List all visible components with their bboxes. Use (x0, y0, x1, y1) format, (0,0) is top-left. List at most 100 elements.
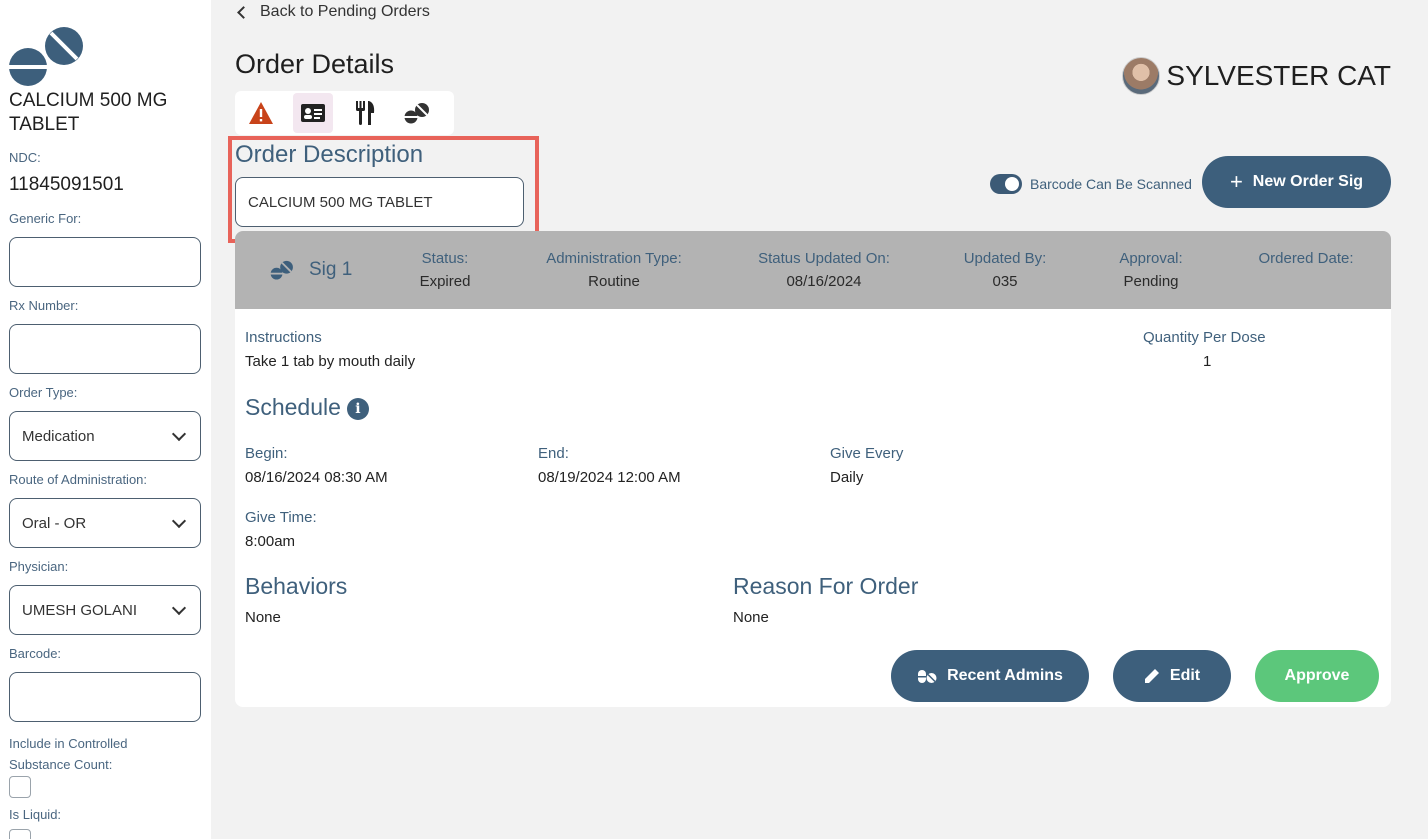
instructions-label: Instructions (245, 329, 322, 346)
begin-label: Begin: (245, 445, 288, 462)
approve-label: Approve (1284, 667, 1350, 684)
rx-number-label: Rx Number: (9, 298, 79, 313)
approve-button[interactable]: Approve (1255, 650, 1379, 702)
end-value: 08/19/2024 12:00 AM (538, 469, 681, 486)
order-type-label: Order Type: (9, 385, 78, 400)
order-description-field[interactable]: CALCIUM 500 MG TABLET (235, 177, 524, 227)
give-time-label: Give Time: (245, 509, 317, 526)
info-icon[interactable]: i (346, 397, 369, 420)
avatar (1122, 57, 1161, 95)
controlled-checkbox[interactable] (9, 776, 31, 798)
behaviors-value: None (245, 609, 281, 626)
sig-header: Sig 1 Status: Expired Administration Typ… (235, 231, 1391, 309)
sig-card: Sig 1 Status: Expired Administration Typ… (235, 231, 1391, 707)
liquid-checkbox[interactable] (9, 829, 31, 839)
edit-label: Edit (1169, 667, 1201, 684)
status-updated-label: Status Updated On: (758, 250, 890, 267)
sidebar: CALCIUM 500 MG TABLET NDC: 11845091501 G… (0, 0, 211, 839)
quantity-label: Quantity Per Dose (1143, 329, 1266, 346)
schedule-title-text: Schedule (245, 394, 341, 420)
route-label: Route of Administration: (9, 472, 148, 487)
sig-title-group: Sig 1 (269, 259, 352, 281)
end-label: End: (538, 445, 569, 462)
liquid-label: Is Liquid: (9, 807, 62, 822)
status-column: Status: Expired (395, 250, 495, 290)
status-label: Status: (421, 250, 469, 267)
barcode-toggle-group: Barcode Can Be Scanned (990, 174, 1192, 194)
medication-name: CALCIUM 500 MG TABLET (9, 90, 168, 135)
barcode-toggle-label: Barcode Can Be Scanned (1030, 176, 1192, 192)
pencil-icon (1144, 669, 1159, 683)
tab-diet[interactable] (345, 93, 385, 133)
instructions-value: Take 1 tab by mouth daily (245, 353, 416, 370)
pills-icon (404, 103, 429, 124)
give-time-value: 8:00am (245, 533, 296, 550)
patient-header: SYLVESTER CAT (1122, 57, 1391, 95)
warning-icon (249, 102, 273, 124)
route-value: Oral - OR (22, 514, 87, 532)
physician-label: Physician: (9, 559, 69, 574)
route-select[interactable]: Oral - OR (9, 498, 201, 548)
recent-admins-label: Recent Admins (947, 667, 1063, 684)
ndc-label: NDC: (9, 150, 41, 165)
sig-title: Sig 1 (309, 259, 353, 280)
give-every-value: Daily (830, 469, 864, 486)
plus-icon: + (1229, 169, 1243, 194)
ndc-value: 11845091501 (9, 174, 124, 195)
reason-value: None (733, 609, 769, 626)
status-value: Expired (419, 273, 471, 290)
new-order-sig-label: New Order Sig (1252, 173, 1364, 190)
admin-type-value: Routine (588, 273, 640, 290)
pills-icon (270, 260, 293, 280)
status-updated-column: Status Updated On: 08/16/2024 (744, 250, 904, 290)
order-type-select[interactable]: Medication (9, 411, 201, 461)
chevron-down-icon (171, 513, 187, 528)
admin-type-label: Administration Type: (546, 250, 682, 267)
chevron-down-icon (171, 600, 187, 615)
generic-for-field[interactable] (9, 237, 201, 287)
patient-name: SYLVESTER CAT (1166, 60, 1391, 91)
ordered-date-label: Ordered Date: (1258, 250, 1354, 267)
barcode-field[interactable] (9, 672, 201, 722)
order-type-value: Medication (22, 427, 95, 445)
schedule-title: Schedule i (245, 394, 369, 421)
recent-admins-button[interactable]: Recent Admins (891, 650, 1089, 702)
updated-by-label: Updated By: (963, 250, 1047, 267)
order-description-title: Order Description (235, 141, 424, 168)
capsules-icon (918, 670, 937, 683)
approval-label: Approval: (1119, 250, 1183, 267)
physician-value: UMESH GOLANI (22, 601, 138, 619)
ordered-date-column: Ordered Date: (1241, 250, 1371, 273)
admin-type-column: Administration Type: Routine (534, 250, 694, 290)
back-label: Back to Pending Orders (260, 3, 430, 20)
chevron-left-icon (237, 5, 250, 19)
barcode-label: Barcode: (9, 646, 62, 661)
edit-button[interactable]: Edit (1113, 650, 1231, 702)
approval-value: Pending (1123, 273, 1179, 290)
generic-for-label: Generic For: (9, 211, 82, 226)
begin-value: 08/16/2024 08:30 AM (245, 469, 388, 486)
tab-warnings[interactable] (241, 93, 281, 133)
utensils-icon (356, 101, 375, 125)
tab-medications[interactable] (397, 93, 437, 133)
barcode-toggle[interactable] (990, 174, 1022, 194)
new-order-sig-button[interactable]: + New Order Sig (1202, 156, 1391, 208)
physician-select[interactable]: UMESH GOLANI (9, 585, 201, 635)
id-card-icon (301, 104, 325, 122)
tab-profile[interactable] (293, 93, 333, 133)
status-updated-value: 08/16/2024 (786, 273, 862, 290)
give-every-label: Give Every (830, 445, 904, 462)
updated-by-column: Updated By: 035 (945, 250, 1065, 290)
chevron-down-icon (171, 426, 187, 441)
approval-column: Approval: Pending (1101, 250, 1201, 290)
pills-logo-icon (8, 27, 83, 86)
rx-number-field[interactable] (9, 324, 201, 374)
quantity-value: 1 (1203, 353, 1212, 370)
updated-by-value: 035 (992, 273, 1018, 290)
back-link[interactable]: Back to Pending Orders (235, 3, 430, 21)
page-title: Order Details (235, 49, 395, 79)
reason-title: Reason For Order (733, 573, 919, 599)
controlled-label: Include in Controlled Substance Count: (9, 736, 128, 772)
behaviors-title: Behaviors (245, 573, 348, 599)
icon-tab-bar (235, 91, 454, 135)
